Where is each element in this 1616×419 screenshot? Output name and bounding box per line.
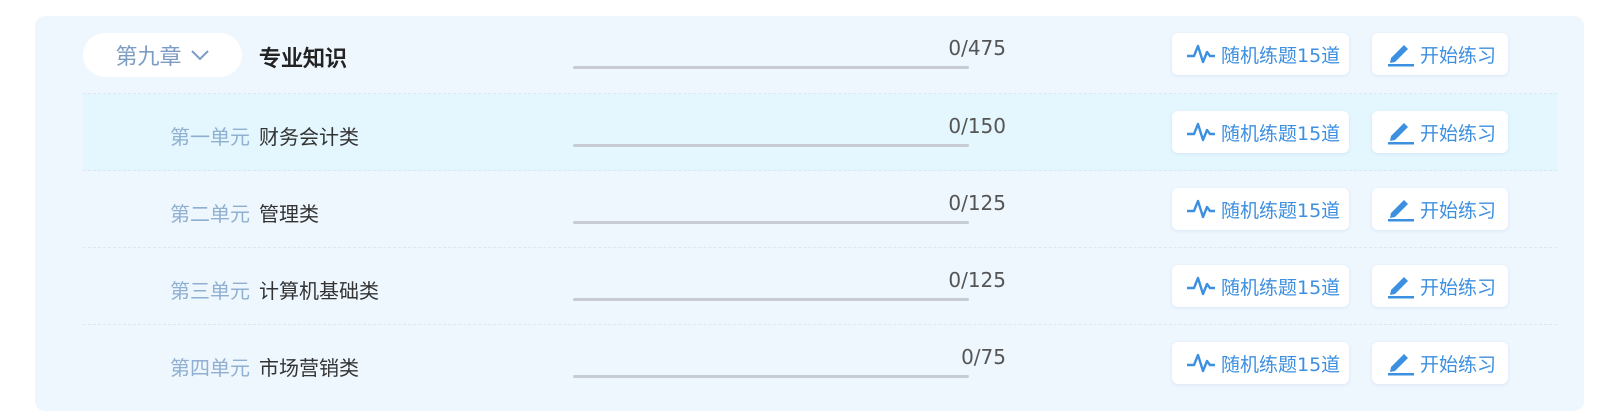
progress-bar [573,298,969,301]
random-practice-label: 随机练题15道 [1221,44,1341,67]
progress-bar [573,66,969,69]
random-practice-label: 随机练题15道 [1221,353,1341,376]
random-practice-label: 随机练题15道 [1221,122,1341,145]
random-practice-button[interactable]: 随机练题15道 [1172,265,1349,307]
start-practice-button[interactable]: 开始练习 [1372,33,1508,75]
start-practice-label: 开始练习 [1420,199,1497,222]
chapter-title: 专业知识 [259,47,348,72]
progress-bar [573,375,969,378]
pencil-icon [1388,200,1414,222]
progress-count: 0/150 [948,114,1006,138]
unit-label: 第四单元 [170,356,250,380]
random-practice-button[interactable]: 随机练题15道 [1172,33,1349,75]
random-practice-button[interactable]: 随机练题15道 [1172,342,1349,384]
unit-name: 市场营销类 [259,356,359,380]
pencil-icon [1388,45,1414,67]
start-practice-label: 开始练习 [1420,276,1497,299]
unit-name: 计算机基础类 [259,279,379,303]
unit-label: 第一单元 [170,125,250,149]
progress-bar [573,144,969,147]
unit-row: 第一单元 财务会计类 0/150 随机练题15道 开始练习 [83,94,1557,171]
unit-label: 第三单元 [170,279,250,303]
start-practice-button[interactable]: 开始练习 [1372,111,1508,153]
start-practice-label: 开始练习 [1420,44,1497,67]
progress-bar [573,221,969,224]
random-practice-button[interactable]: 随机练题15道 [1172,188,1349,230]
chapter-label: 第九章 [115,45,182,70]
start-practice-label: 开始练习 [1420,353,1497,376]
pencil-icon [1388,123,1414,145]
pulse-icon [1187,353,1215,373]
pulse-icon [1187,276,1215,296]
start-practice-button[interactable]: 开始练习 [1372,265,1508,307]
random-practice-label: 随机练题15道 [1221,199,1341,222]
unit-row: 第二单元 管理类 0/125 随机练题15道 开始练习 [83,171,1557,248]
start-practice-button[interactable]: 开始练习 [1372,342,1508,384]
chapter-panel: 第九章 专业知识 0/475 随机练题15道 开始练习 第一单元 财务会计类 0… [35,16,1584,411]
pencil-icon [1388,277,1414,299]
unit-name: 财务会计类 [259,125,359,149]
pulse-icon [1187,44,1215,64]
pulse-icon [1187,199,1215,219]
unit-row: 第四单元 市场营销类 0/75 随机练题15道 开始练习 [83,325,1557,402]
pencil-icon [1388,354,1414,376]
start-practice-label: 开始练习 [1420,122,1497,145]
unit-row: 第三单元 计算机基础类 0/125 随机练题15道 开始练习 [83,248,1557,325]
progress-count: 0/75 [961,345,1006,369]
random-practice-label: 随机练题15道 [1221,276,1341,299]
unit-name: 管理类 [259,202,319,226]
random-practice-button[interactable]: 随机练题15道 [1172,111,1349,153]
pulse-icon [1187,122,1215,142]
chevron-down-icon [190,50,209,61]
progress-count: 0/125 [948,191,1006,215]
start-practice-button[interactable]: 开始练习 [1372,188,1508,230]
unit-label: 第二单元 [170,202,250,226]
progress-count: 0/475 [948,36,1006,60]
chapter-row: 第九章 专业知识 0/475 随机练题15道 开始练习 [83,16,1557,94]
progress-count: 0/125 [948,268,1006,292]
chapter-selector[interactable]: 第九章 [83,33,242,77]
